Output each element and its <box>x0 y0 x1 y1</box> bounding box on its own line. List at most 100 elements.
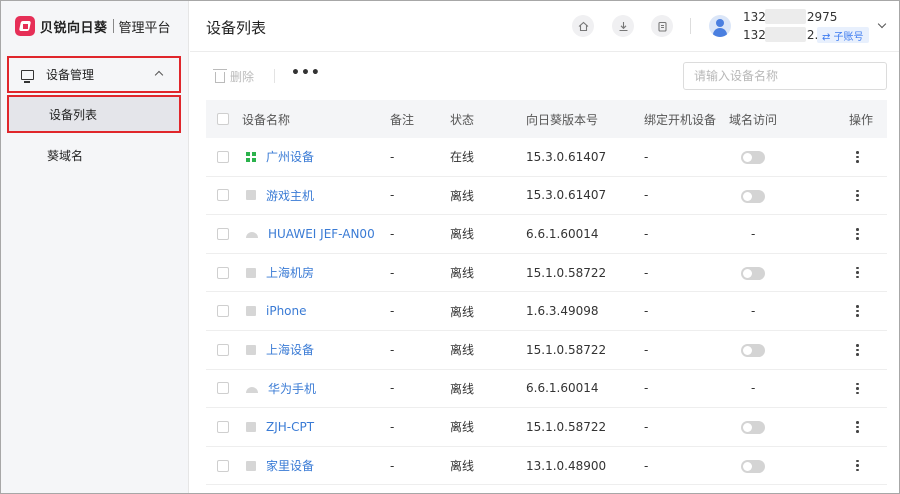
device-name-link[interactable]: 家里设备 <box>266 457 314 474</box>
device-name-link[interactable]: 上海设备 <box>266 341 314 358</box>
sidebar-item-label: 葵域名 <box>47 148 84 163</box>
table-row[interactable]: 上海设备 - 离线 15.1.0.58722 - <box>206 331 887 370</box>
home-icon[interactable] <box>572 15 594 37</box>
domain-access-toggle[interactable] <box>741 343 765 357</box>
sub-account-prefix: 132 <box>743 28 766 42</box>
sunlogin-logo-icon <box>15 16 35 36</box>
version-cell: 15.3.0.61407 <box>526 149 607 164</box>
domain-access-toggle[interactable] <box>741 459 765 473</box>
row-checkbox[interactable] <box>217 382 229 395</box>
table-row[interactable]: 广州设备 - 在线 15.3.0.61407 - <box>206 138 887 177</box>
sidebar-item-device-list[interactable]: 设备列表 <box>7 95 181 133</box>
device-name-cell[interactable]: HUAWEI JEF-AN00 <box>246 215 375 253</box>
chevron-up-icon <box>154 70 164 80</box>
select-all-checkbox[interactable] <box>217 113 229 125</box>
sub-account-badge[interactable]: ⇄ 子账号 <box>817 27 869 43</box>
device-name-link[interactable]: 上海机房 <box>266 264 314 281</box>
column-header-status: 状态 <box>450 112 475 127</box>
chevron-down-icon[interactable] <box>877 19 887 29</box>
sidebar-item-domain[interactable]: 葵域名 <box>7 136 181 174</box>
device-name-cell[interactable]: 上海机房 <box>246 254 314 292</box>
table-header: 设备名称 备注 状态 向日葵版本号 绑定开机设备 域名访问 操作 <box>206 100 887 138</box>
row-checkbox[interactable] <box>217 343 229 356</box>
clipboard-icon[interactable] <box>651 15 673 37</box>
row-checkbox[interactable] <box>217 189 229 202</box>
download-icon[interactable] <box>612 15 634 37</box>
table-row[interactable]: iPhone - 离线 1.6.3.49098 - - <box>206 292 887 331</box>
bind-device-cell: - <box>644 304 649 319</box>
sidebar: 贝锐向日葵 管理平台 设备管理 设备列表 葵域名 <box>1 1 189 493</box>
device-name-link[interactable]: HUAWEI JEF-AN00 <box>268 227 375 241</box>
column-header-name[interactable]: 设备名称 <box>242 100 290 138</box>
row-checkbox[interactable] <box>217 420 229 433</box>
device-name-cell[interactable]: 家里设备 <box>246 447 314 485</box>
row-checkbox[interactable] <box>217 150 229 163</box>
domain-access-toggle[interactable] <box>741 189 765 203</box>
sidebar-item-label: 设备列表 <box>49 107 98 122</box>
search-input[interactable] <box>683 62 887 90</box>
table-row[interactable]: 家里设备 - 离线 13.1.0.48900 - <box>206 447 887 486</box>
device-icon <box>246 421 256 432</box>
more-button[interactable]: ••• <box>291 65 321 81</box>
version-cell: 15.1.0.58722 <box>526 265 607 280</box>
account-number-prefix: 132 <box>743 10 766 24</box>
domain-access-value: - <box>751 226 756 241</box>
table-row[interactable]: ZJH-CPT - 离线 15.1.0.58722 - <box>206 408 887 447</box>
domain-access-toggle[interactable] <box>741 151 765 164</box>
device-name-cell[interactable]: 广州设备 <box>246 138 314 176</box>
version-cell: 6.6.1.60014 <box>526 381 599 396</box>
brand-divider <box>112 19 114 33</box>
top-header: 设备列表 1322975 1322... ⇄ 子账号 <box>190 1 899 52</box>
table-row[interactable]: 上海机房 - 离线 15.1.0.58722 - <box>206 254 887 293</box>
sidebar-group-device-management[interactable]: 设备管理 <box>7 56 181 93</box>
device-name-link[interactable]: 游戏主机 <box>266 187 314 204</box>
status-cell: 离线 <box>450 304 475 319</box>
row-actions-menu-icon[interactable] <box>856 292 859 330</box>
column-header-bind: 绑定开机设备 <box>644 112 717 127</box>
redaction-mask <box>765 9 806 24</box>
row-actions-menu-icon[interactable] <box>856 447 859 485</box>
row-checkbox[interactable] <box>217 305 229 318</box>
domain-access-toggle[interactable] <box>741 421 765 435</box>
status-cell: 离线 <box>450 459 475 474</box>
device-name-cell[interactable]: 游戏主机 <box>246 177 314 215</box>
android-icon <box>246 232 258 239</box>
device-name-cell[interactable]: 上海设备 <box>246 331 314 369</box>
table-row[interactable]: 华为手机 - 离线 6.6.1.60014 - - <box>206 370 887 409</box>
row-actions-menu-icon[interactable] <box>856 331 859 369</box>
table-row[interactable]: 游戏主机 - 离线 15.3.0.61407 - <box>206 177 887 216</box>
row-actions-menu-icon[interactable] <box>856 370 859 408</box>
bind-device-cell: - <box>644 458 649 473</box>
row-actions-menu-icon[interactable] <box>856 215 859 253</box>
device-name-link[interactable]: 广州设备 <box>266 148 314 165</box>
delete-label: 删除 <box>230 70 255 84</box>
device-name-cell[interactable]: 华为手机 <box>246 370 316 408</box>
bind-device-cell: - <box>644 381 649 396</box>
status-cell: 离线 <box>450 381 475 396</box>
domain-access-toggle[interactable] <box>741 266 765 280</box>
remark-cell: - <box>390 458 395 473</box>
device-name-cell[interactable]: iPhone <box>246 292 307 330</box>
table-row[interactable]: HUAWEI JEF-AN00 - 离线 6.6.1.60014 - - <box>206 215 887 254</box>
row-actions-menu-icon[interactable] <box>856 254 859 292</box>
remark-cell: - <box>390 265 395 280</box>
bind-device-cell: - <box>644 226 649 241</box>
brand-logo[interactable]: 贝锐向日葵 管理平台 <box>15 14 171 38</box>
remark-cell: - <box>390 304 395 319</box>
brand-name: 贝锐向日葵 <box>40 20 108 36</box>
avatar[interactable] <box>709 15 731 37</box>
device-name-link[interactable]: 华为手机 <box>268 380 316 397</box>
toolbar-divider <box>274 69 275 83</box>
delete-button[interactable]: 删除 <box>213 68 255 85</box>
device-name-link[interactable]: iPhone <box>266 304 307 318</box>
row-checkbox[interactable] <box>217 227 229 240</box>
redaction-mask <box>765 27 806 42</box>
device-name-cell[interactable]: ZJH-CPT <box>246 408 314 446</box>
row-checkbox[interactable] <box>217 266 229 279</box>
device-name-link[interactable]: ZJH-CPT <box>266 420 314 434</box>
remark-cell: - <box>390 149 395 164</box>
row-actions-menu-icon[interactable] <box>856 138 859 176</box>
row-checkbox[interactable] <box>217 459 229 472</box>
row-actions-menu-icon[interactable] <box>856 408 859 446</box>
row-actions-menu-icon[interactable] <box>856 177 859 215</box>
